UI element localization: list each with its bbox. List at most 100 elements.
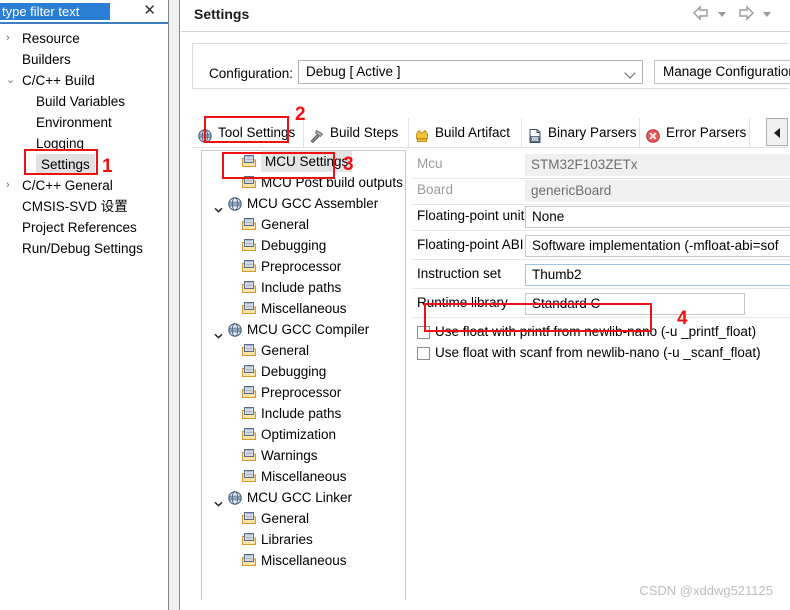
tab-label: Error Parsers <box>666 125 747 140</box>
tab-underline <box>192 147 788 148</box>
form-row-separator <box>413 178 790 179</box>
sidebar-item-environment[interactable]: Environment <box>0 112 168 133</box>
chevron-down-icon[interactable]: ⌄ <box>6 70 18 91</box>
tree-item-preprocessor[interactable]: Preprocessor <box>202 382 405 403</box>
form-row-mcu: Mcu STM32F103ZETx <box>413 154 790 176</box>
sidebar-item-label: Project References <box>22 220 137 235</box>
globe-icon <box>227 196 243 211</box>
chevron-down-icon[interactable] <box>214 324 223 339</box>
sidebar-item-resource[interactable]: › Resource <box>0 28 168 49</box>
configuration-combo[interactable]: Debug [ Active ] <box>298 60 643 84</box>
tool-settings-tree: MCU Settings MCU Post build outputs MCU GC… <box>201 150 406 600</box>
close-icon[interactable]: ✕ <box>143 2 156 20</box>
sidebar-item-cmsis-svd[interactable]: CMSIS-SVD 设置 <box>0 196 168 217</box>
crown-icon <box>414 125 430 143</box>
folder-icon <box>241 154 257 169</box>
tab-label: Build Steps <box>330 125 399 140</box>
sidebar-item-logging[interactable]: Logging <box>0 133 168 154</box>
sidebar-item-builders[interactable]: Builders <box>0 49 168 70</box>
tree-item-mcu-post-build-outputs[interactable]: MCU Post build outputs <box>202 172 405 193</box>
form-row-board: Board genericBoard <box>413 180 790 202</box>
tree-item-label: Include paths <box>261 406 342 421</box>
back-arrow-icon[interactable] <box>692 5 710 24</box>
field-value-instruction-set[interactable]: Thumb2 <box>525 264 790 286</box>
form-row-instruction-set: Instruction set Thumb2 <box>413 264 790 286</box>
folder-icon <box>241 385 257 400</box>
settings-page: Settings Configuration: Debug [ Active ]… <box>181 0 790 610</box>
tree-item-mcu-gcc-linker[interactable]: MCU GCC Linker <box>202 487 405 508</box>
binary-file-icon: 010 <box>527 125 543 143</box>
tree-item-mcu-gcc-assembler[interactable]: MCU GCC Assembler <box>202 193 405 214</box>
checkbox-icon[interactable] <box>417 326 430 339</box>
error-circle-icon <box>645 125 661 143</box>
tree-item-libraries[interactable]: Libraries <box>202 529 405 550</box>
chevron-right-icon[interactable]: › <box>6 175 18 196</box>
sidebar-item-run-debug-settings[interactable]: Run/Debug Settings <box>0 238 168 259</box>
back-dropdown-icon[interactable] <box>717 12 726 17</box>
tree-item-label: Libraries <box>261 532 313 547</box>
tree-item-miscellaneous[interactable]: Miscellaneous <box>202 298 405 319</box>
folder-icon <box>241 511 257 526</box>
tree-item-general[interactable]: General <box>202 340 405 361</box>
sidebar-item-c-c-general[interactable]: › C/C++ General <box>0 175 168 196</box>
tree-item-label: General <box>261 217 310 232</box>
tree-item-label: Include paths <box>261 280 342 295</box>
sidebar-item-label: Logging <box>36 136 85 151</box>
field-value-floating-point-unit[interactable]: None <box>525 206 790 228</box>
folder-icon <box>241 427 257 442</box>
tab-error-parsers[interactable]: Error Parsers <box>640 118 750 148</box>
tab-build-artifact[interactable]: Build Artifact <box>409 118 522 148</box>
folder-icon <box>241 553 257 568</box>
tree-item-include-paths[interactable]: Include paths <box>202 277 405 298</box>
tree-item-debugging[interactable]: Debugging <box>202 235 405 256</box>
form-row-separator <box>413 204 790 205</box>
tree-item-mcu-gcc-compiler[interactable]: MCU GCC Compiler <box>202 319 405 340</box>
tree-item-warnings[interactable]: Warnings <box>202 445 405 466</box>
tree-item-label: Miscellaneous <box>261 301 347 316</box>
tree-item-general[interactable]: General <box>202 214 405 235</box>
tab-bar: Tool Settings Build Steps Build Artifact 01… <box>192 118 788 148</box>
field-value-floating-point-abi[interactable]: Software implementation (-mfloat-abi=sof <box>525 235 790 257</box>
scroll-left-icon[interactable] <box>766 118 788 146</box>
sidebar-item-label: Resource <box>22 31 80 46</box>
folder-icon <box>241 238 257 253</box>
tree-item-general[interactable]: General <box>202 508 405 529</box>
hammer-icon <box>309 125 325 144</box>
sidebar-item-label: CMSIS-SVD 设置 <box>22 199 128 214</box>
chevron-down-icon[interactable] <box>214 198 223 213</box>
tree-item-miscellaneous[interactable]: Miscellaneous <box>202 466 405 487</box>
sidebar-item-settings[interactable]: Settings <box>0 154 168 175</box>
forward-arrow-icon[interactable] <box>737 5 755 24</box>
tree-item-optimization[interactable]: Optimization <box>202 424 405 445</box>
tab-label: Binary Parsers <box>548 125 637 140</box>
panel-sash[interactable] <box>168 0 180 610</box>
title-separator <box>181 31 790 32</box>
filter-input[interactable] <box>0 3 110 20</box>
form-row-floating-point-abi: Floating-point ABI Software implementatio… <box>413 235 790 257</box>
tab-binary-parsers[interactable]: 010 Binary Parsers <box>522 118 640 148</box>
field-value-runtime-library[interactable]: Standard C <box>525 293 745 315</box>
checkbox-icon[interactable] <box>417 347 430 360</box>
folder-icon <box>241 343 257 358</box>
sidebar-item-label: C/C++ General <box>22 178 113 193</box>
sidebar-item-project-references[interactable]: Project References <box>0 217 168 238</box>
tree-item-include-paths[interactable]: Include paths <box>202 403 405 424</box>
tree-item-label: General <box>261 343 310 358</box>
tree-item-label: MCU GCC Compiler <box>247 322 370 337</box>
forward-dropdown-icon[interactable] <box>763 12 771 17</box>
tree-item-mcu-settings[interactable]: MCU Settings <box>202 151 405 172</box>
sidebar-item-c-c-build[interactable]: ⌄ C/C++ Build <box>0 70 168 91</box>
chevron-right-icon[interactable]: › <box>6 28 18 49</box>
tab-build-steps[interactable]: Build Steps <box>304 118 409 148</box>
tab-tool-settings[interactable]: Tool Settings <box>192 118 304 148</box>
tree-item-miscellaneous[interactable]: Miscellaneous <box>202 550 405 571</box>
checkbox-label: Use float with scanf from newlib-nano (-… <box>435 345 761 360</box>
folder-icon <box>241 364 257 379</box>
field-label-runtime-library: Runtime library <box>417 295 508 310</box>
sidebar-item-build-variables[interactable]: Build Variables <box>0 91 168 112</box>
field-label-board: Board <box>417 182 454 197</box>
tree-item-debugging[interactable]: Debugging <box>202 361 405 382</box>
chevron-down-icon[interactable] <box>214 492 223 507</box>
tree-item-preprocessor[interactable]: Preprocessor <box>202 256 405 277</box>
manage-configurations-button[interactable]: Manage Configurations... <box>654 60 790 84</box>
